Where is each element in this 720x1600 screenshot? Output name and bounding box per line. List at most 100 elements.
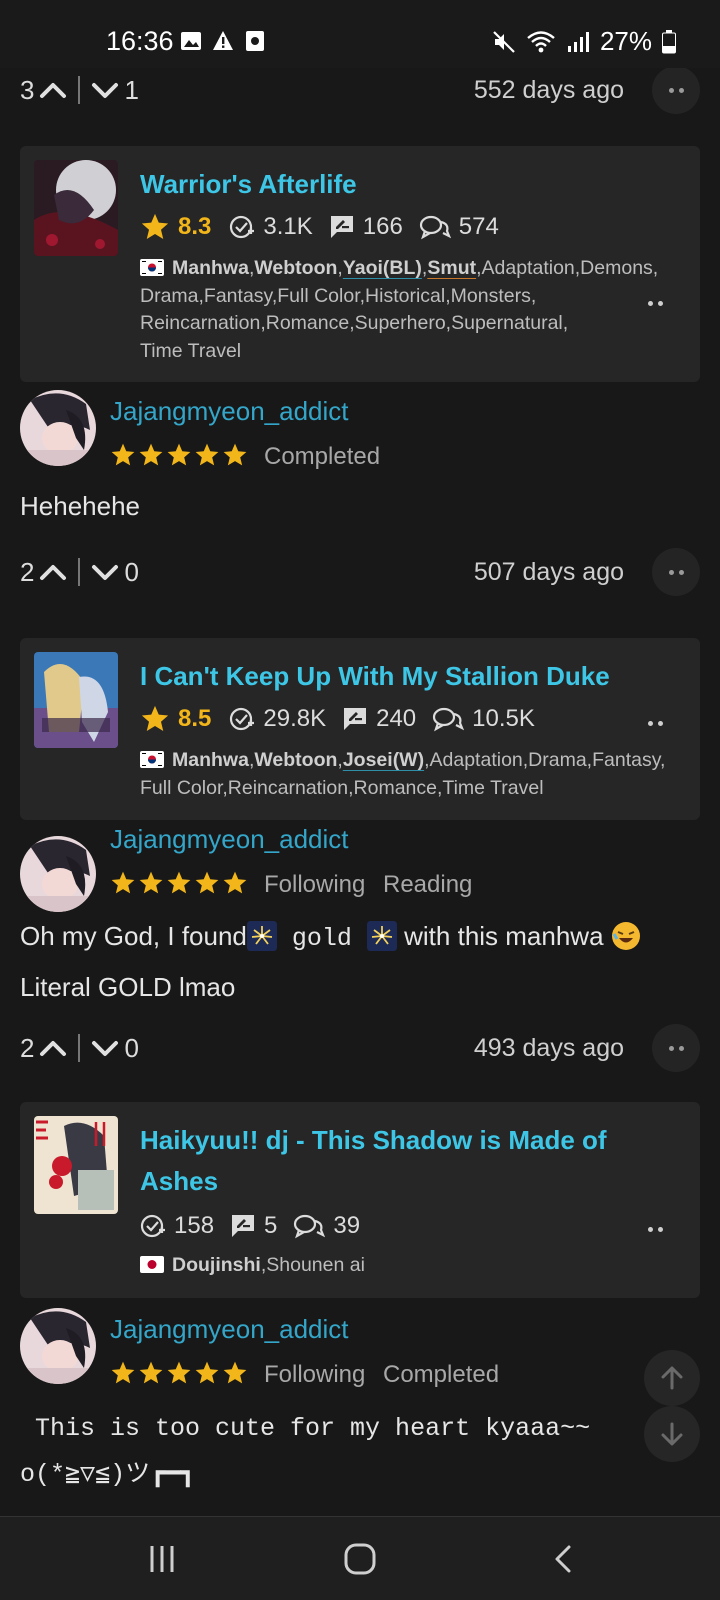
manga-card[interactable]: Haikyuu!! dj - This Shadow is Made of As… [20, 1102, 700, 1298]
manga-card[interactable]: Warrior's Afterlife 8.3 3.1K 166 574 Man… [20, 146, 700, 382]
manga-title-line[interactable]: Ashes [140, 1161, 680, 1202]
username[interactable]: Jajangmyeon_addict [110, 1314, 349, 1345]
tag-list[interactable]: Full Color,Reincarnation,Romance,Time Tr… [140, 775, 686, 803]
upvote-icon[interactable] [38, 1035, 68, 1061]
japan-flag-icon [140, 1256, 164, 1273]
vote-row: 2 0 493 days ago [20, 1024, 700, 1072]
star-icon [167, 1361, 191, 1384]
home-button[interactable] [336, 1535, 384, 1583]
back-button[interactable] [540, 1535, 588, 1583]
manga-title[interactable]: Haikyuu!! dj - This Shadow is Made of As… [140, 1120, 680, 1202]
star-icon [223, 871, 247, 894]
tag-bold[interactable]: Manhwa [172, 257, 249, 279]
battery-icon [662, 29, 676, 53]
review-text-line: This is too cute for my heart kyaaa~~ [20, 1414, 591, 1443]
manga-title[interactable]: I Can't Keep Up With My Stallion Duke [140, 656, 680, 697]
tag-bold[interactable]: Doujinshi [172, 1254, 261, 1276]
manga-title-line[interactable]: Haikyuu!! dj - This Shadow is Made of [140, 1120, 680, 1161]
scroll-down-button[interactable] [644, 1406, 700, 1462]
username[interactable]: Jajangmyeon_addict [110, 396, 349, 427]
comments-icon [419, 215, 451, 240]
tag-bold[interactable]: Manhwa [172, 749, 249, 771]
tag-list[interactable]: Time Travel [140, 338, 686, 366]
battery-percent: 27% [599, 26, 652, 56]
home-icon [344, 1543, 376, 1575]
tag-list[interactable]: Reincarnation,Romance,Superhero,Supernat… [140, 310, 686, 338]
review-icon [330, 216, 353, 238]
upvote-count: 3 [20, 74, 35, 105]
review-feed[interactable]: 3 1 552 days ago Warrior's Afterlife 8.3… [0, 68, 720, 1516]
scroll-up-button[interactable] [644, 1350, 700, 1406]
recent-apps-button[interactable] [138, 1535, 186, 1583]
star-icon [139, 1361, 163, 1384]
tag-list[interactable]: Adaptation,Demons, [482, 257, 659, 279]
manga-cover-image[interactable] [34, 160, 118, 256]
user-rating-stars [110, 1360, 248, 1386]
downvote-icon[interactable] [90, 1035, 120, 1061]
tag-bold[interactable]: Webtoon [254, 257, 337, 279]
recent-apps-icon [150, 1546, 174, 1572]
upvote-icon[interactable] [38, 559, 68, 585]
card-more-button[interactable] [648, 718, 678, 728]
manga-stats: 158 5 39 [140, 1212, 376, 1240]
post-time: 493 days ago [473, 1033, 624, 1062]
upvote-count: 2 [20, 556, 35, 587]
comments-icon [294, 1214, 326, 1239]
star-icon [167, 443, 191, 466]
tag-bold[interactable]: Josei(W) [343, 749, 424, 771]
wifi-icon [527, 30, 555, 52]
fireworks-emoji-icon [366, 921, 397, 951]
comments-count: 39 [333, 1212, 361, 1239]
review-text-part: Oh my God, I found [20, 921, 247, 951]
tag-bold[interactable]: Yaoi(BL) [343, 257, 422, 279]
manga-title[interactable]: Warrior's Afterlife [140, 164, 680, 205]
review-text-mono: gold [276, 924, 367, 953]
laughing-emoji-icon [611, 922, 640, 950]
tag-list[interactable]: Adaptation,Drama,Fantasy, [430, 749, 666, 771]
star-icon [223, 1361, 247, 1384]
star-icon [111, 871, 135, 894]
manga-cover-image[interactable] [34, 652, 118, 748]
avatar[interactable] [20, 390, 96, 466]
reviews-count: 166 [362, 213, 403, 240]
vote-divider [78, 76, 81, 104]
notification-icons [180, 30, 266, 52]
manga-tags: Manhwa,Webtoon,Yaoi(BL),Smut,Adaptation,… [140, 255, 686, 365]
following-status: Following [264, 1361, 366, 1388]
more-options-button[interactable] [652, 1024, 700, 1072]
star-icon [195, 871, 219, 894]
post-time: 552 days ago [473, 75, 624, 104]
review-text: Hehehehe [20, 491, 140, 521]
tag-list[interactable]: Shounen ai [266, 1254, 365, 1276]
reading-status: Completed [383, 1361, 500, 1388]
star-icon [195, 1361, 219, 1384]
downvote-icon[interactable] [90, 77, 120, 103]
avatar[interactable] [20, 1308, 96, 1384]
star-icon [141, 213, 169, 239]
tag-bold[interactable]: Smut [427, 257, 476, 279]
comments-icon [433, 707, 465, 732]
reviews-count: 240 [376, 705, 417, 732]
user-rating-stars [110, 870, 248, 896]
more-options-button[interactable] [652, 68, 700, 114]
username[interactable]: Jajangmyeon_addict [110, 824, 349, 855]
comments-count: 10.5K [472, 705, 535, 732]
downvote-count: 0 [124, 556, 139, 587]
star-icon [167, 871, 191, 894]
upvote-icon[interactable] [38, 77, 68, 103]
following-status: Following [264, 871, 366, 898]
reading-status: Reading [383, 871, 473, 898]
review-text-part: Literal GOLD lmao [20, 972, 236, 1002]
manga-cover-image[interactable] [34, 1116, 118, 1214]
follows-count: 3.1K [263, 213, 313, 240]
downvote-count: 0 [124, 1032, 139, 1063]
avatar[interactable] [20, 836, 96, 912]
star-icon [111, 443, 135, 466]
tag-list[interactable]: Drama,Fantasy,Full Color,Historical,Mons… [140, 283, 686, 311]
downvote-icon[interactable] [90, 559, 120, 585]
warning-icon [213, 31, 233, 50]
card-more-button[interactable] [648, 1224, 678, 1234]
more-options-button[interactable] [652, 548, 700, 596]
tag-bold[interactable]: Webtoon [254, 749, 337, 771]
manga-card[interactable]: I Can't Keep Up With My Stallion Duke 8.… [20, 638, 700, 820]
